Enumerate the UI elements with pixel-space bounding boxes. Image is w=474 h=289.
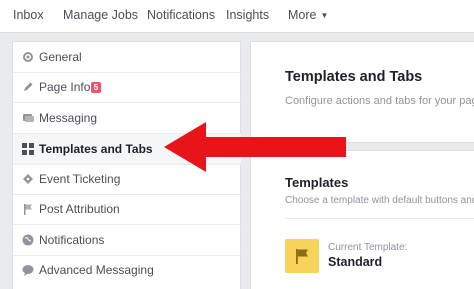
page-subtitle: Configure actions and tabs for your page [285,95,474,107]
pencil-icon [24,82,33,91]
sidebar-item-label: Templates and Tabs [39,142,153,156]
current-template-label: Current Template: [328,242,408,253]
templates-heading: Templates [285,175,349,190]
sidebar-item-label: Page Info [39,80,91,94]
ticket-icon [23,174,33,184]
nav-inbox[interactable]: Inbox [13,8,44,22]
globe-icon [22,234,34,246]
top-nav: Inbox Manage Jobs Notifications Insights… [0,0,474,33]
nav-more[interactable]: More ▼ [288,8,328,22]
nav-notifications[interactable]: Notifications [147,8,215,22]
sidebar-item-general[interactable]: General [13,42,241,72]
sidebar-item-label: Advanced Messaging [39,263,154,277]
templates-description: Choose a template with default buttons a… [285,195,474,206]
nav-manage-jobs[interactable]: Manage Jobs [63,8,138,22]
sidebar-item-page-info[interactable]: Page Info 5 [13,72,241,102]
sidebar-item-label: Notifications [39,233,105,247]
divider [285,218,474,219]
grid-icon [22,143,34,155]
sidebar-item-label: Event Ticketing [39,172,121,186]
chat-icon [23,114,34,122]
sidebar-item-label: General [39,50,82,64]
sidebar-item-notifications[interactable]: Notifications [13,225,241,255]
gear-icon [23,52,33,62]
sidebar-item-label: Messaging [39,111,98,125]
chat-bubble-icon [22,265,34,276]
annotation-arrow [164,122,346,172]
sidebar-item-post-attribution[interactable]: Post Attribution [13,194,241,224]
sidebar-item-label: Post Attribution [39,202,120,216]
flag-icon [296,249,308,264]
sidebar-item-advanced-messaging[interactable]: Advanced Messaging [13,255,241,285]
nav-insights[interactable]: Insights [226,8,269,22]
caret-down-icon: ▼ [320,11,329,20]
notification-badge: 5 [91,82,101,93]
current-template-value[interactable]: Standard [328,255,382,269]
template-icon [285,239,319,273]
flag-icon [24,204,32,215]
nav-more-label: More [288,8,317,22]
page-title: Templates and Tabs [285,69,423,85]
